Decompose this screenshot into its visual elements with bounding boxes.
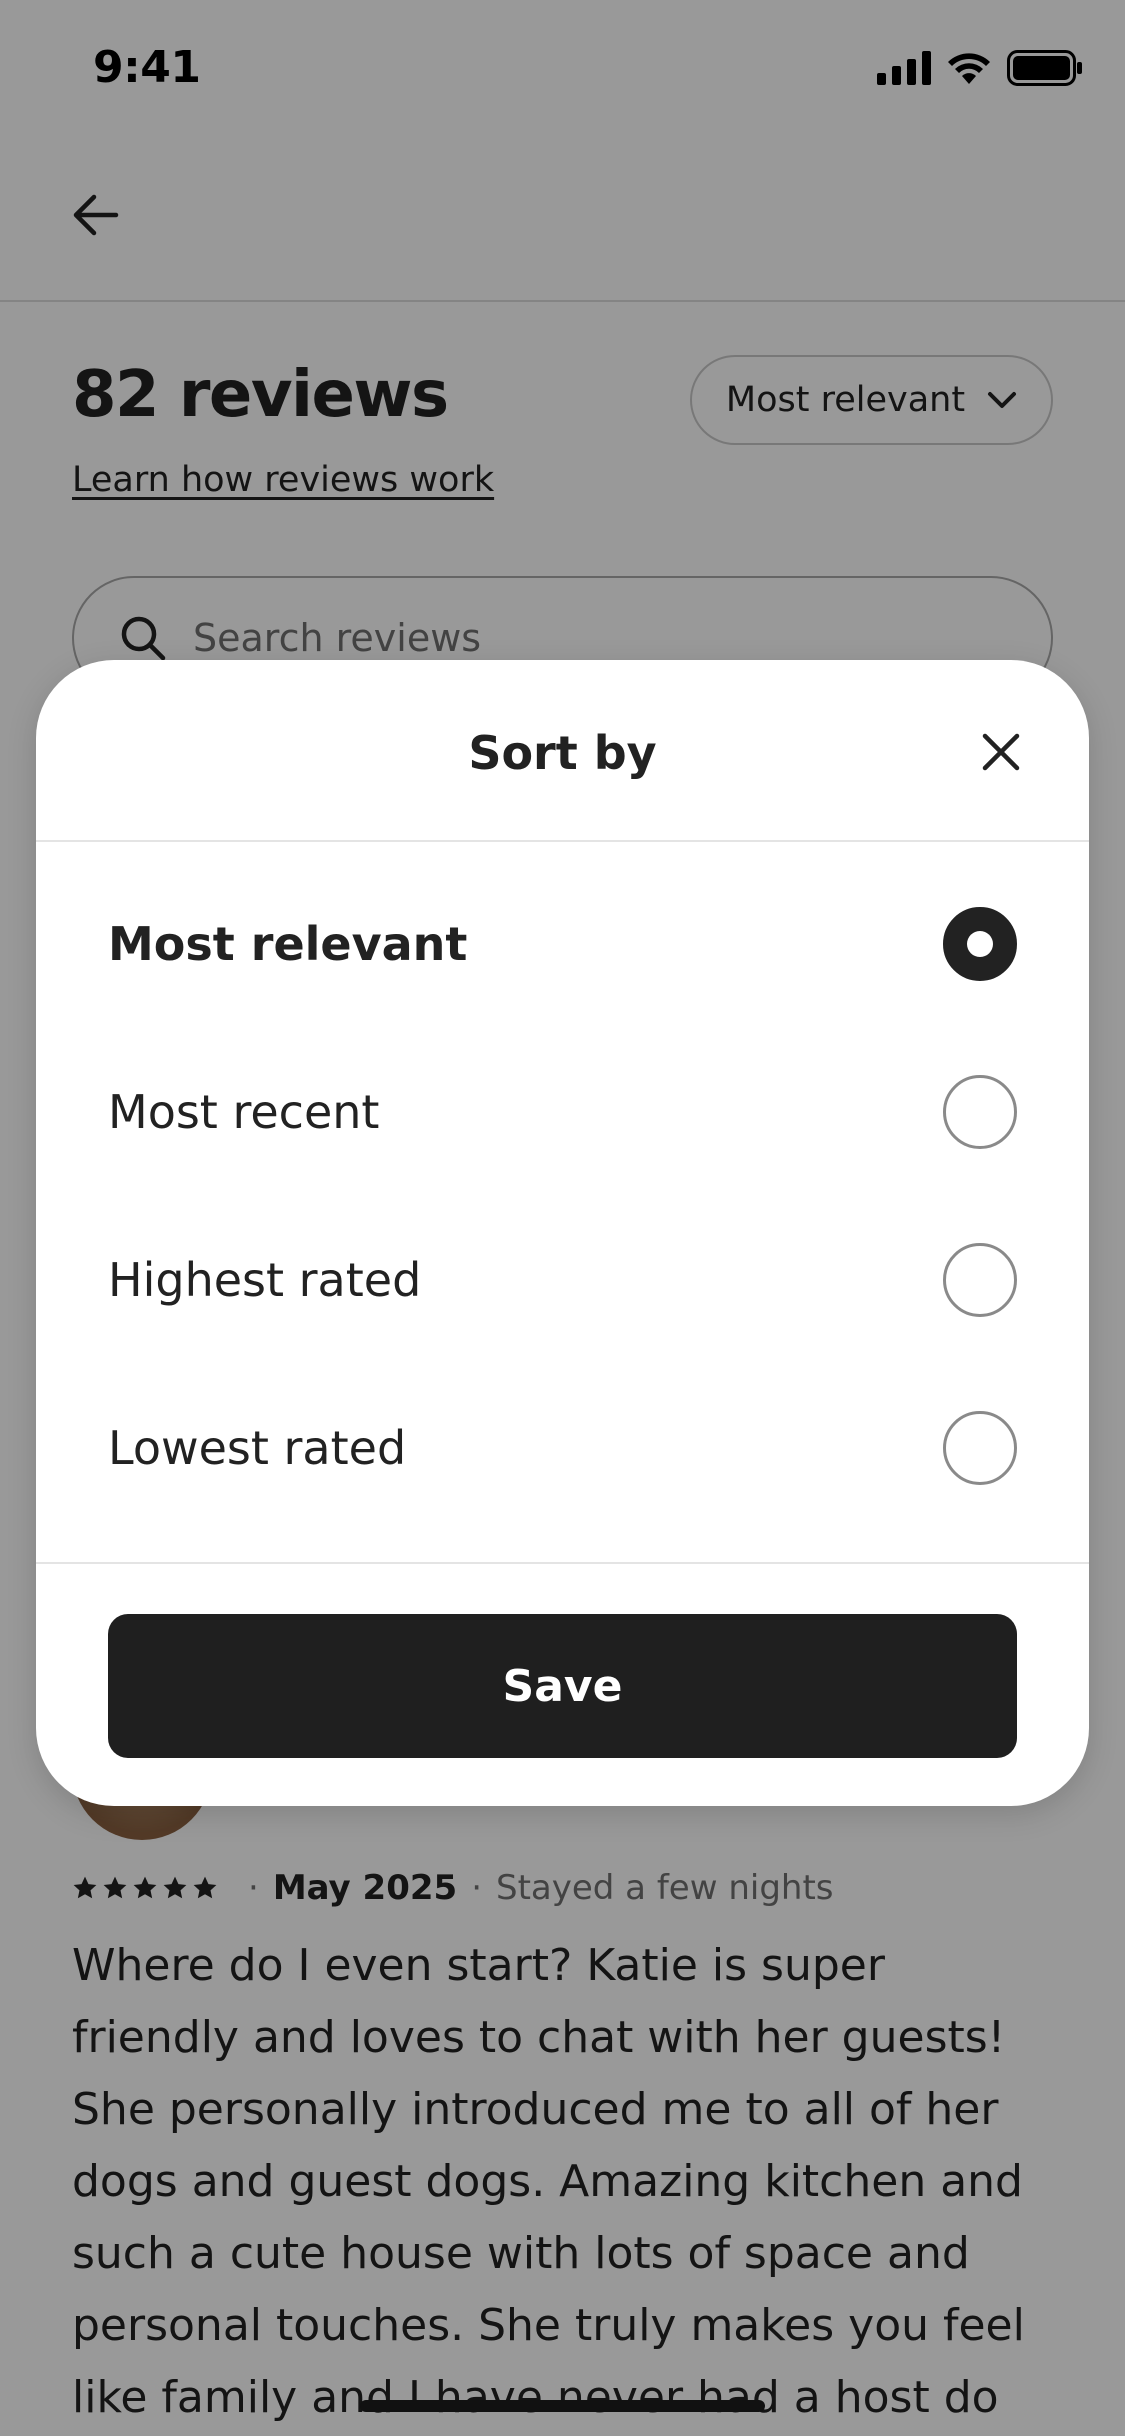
home-indicator[interactable] bbox=[360, 2400, 765, 2412]
sort-option-highest-rated[interactable]: Highest rated bbox=[36, 1196, 1089, 1364]
close-icon bbox=[982, 733, 1020, 771]
sheet-divider bbox=[36, 1562, 1089, 1564]
sort-by-title: Sort by bbox=[468, 726, 657, 780]
radio-button[interactable] bbox=[943, 1075, 1017, 1149]
sort-option-label: Highest rated bbox=[108, 1253, 422, 1307]
sort-by-dialog: Sort by Most relevant Most recent Highes… bbox=[36, 660, 1089, 1806]
reviews-screen: 9:41 82 reviews Learn how reviews work M… bbox=[0, 0, 1125, 2436]
radio-button-selected[interactable] bbox=[943, 907, 1017, 981]
sort-option-most-relevant[interactable]: Most relevant bbox=[36, 860, 1089, 1028]
radio-button[interactable] bbox=[943, 1411, 1017, 1485]
sort-options-list: Most relevant Most recent Highest rated … bbox=[36, 860, 1089, 1532]
sort-option-most-recent[interactable]: Most recent bbox=[36, 1028, 1089, 1196]
radio-button[interactable] bbox=[943, 1243, 1017, 1317]
sort-option-label: Most relevant bbox=[108, 917, 468, 971]
sort-option-lowest-rated[interactable]: Lowest rated bbox=[36, 1364, 1089, 1532]
sort-option-label: Lowest rated bbox=[108, 1421, 407, 1475]
save-button[interactable]: Save bbox=[108, 1614, 1017, 1758]
close-button[interactable] bbox=[973, 724, 1029, 780]
sort-option-label: Most recent bbox=[108, 1085, 380, 1139]
sheet-divider bbox=[36, 840, 1089, 842]
radio-dot bbox=[967, 931, 993, 957]
